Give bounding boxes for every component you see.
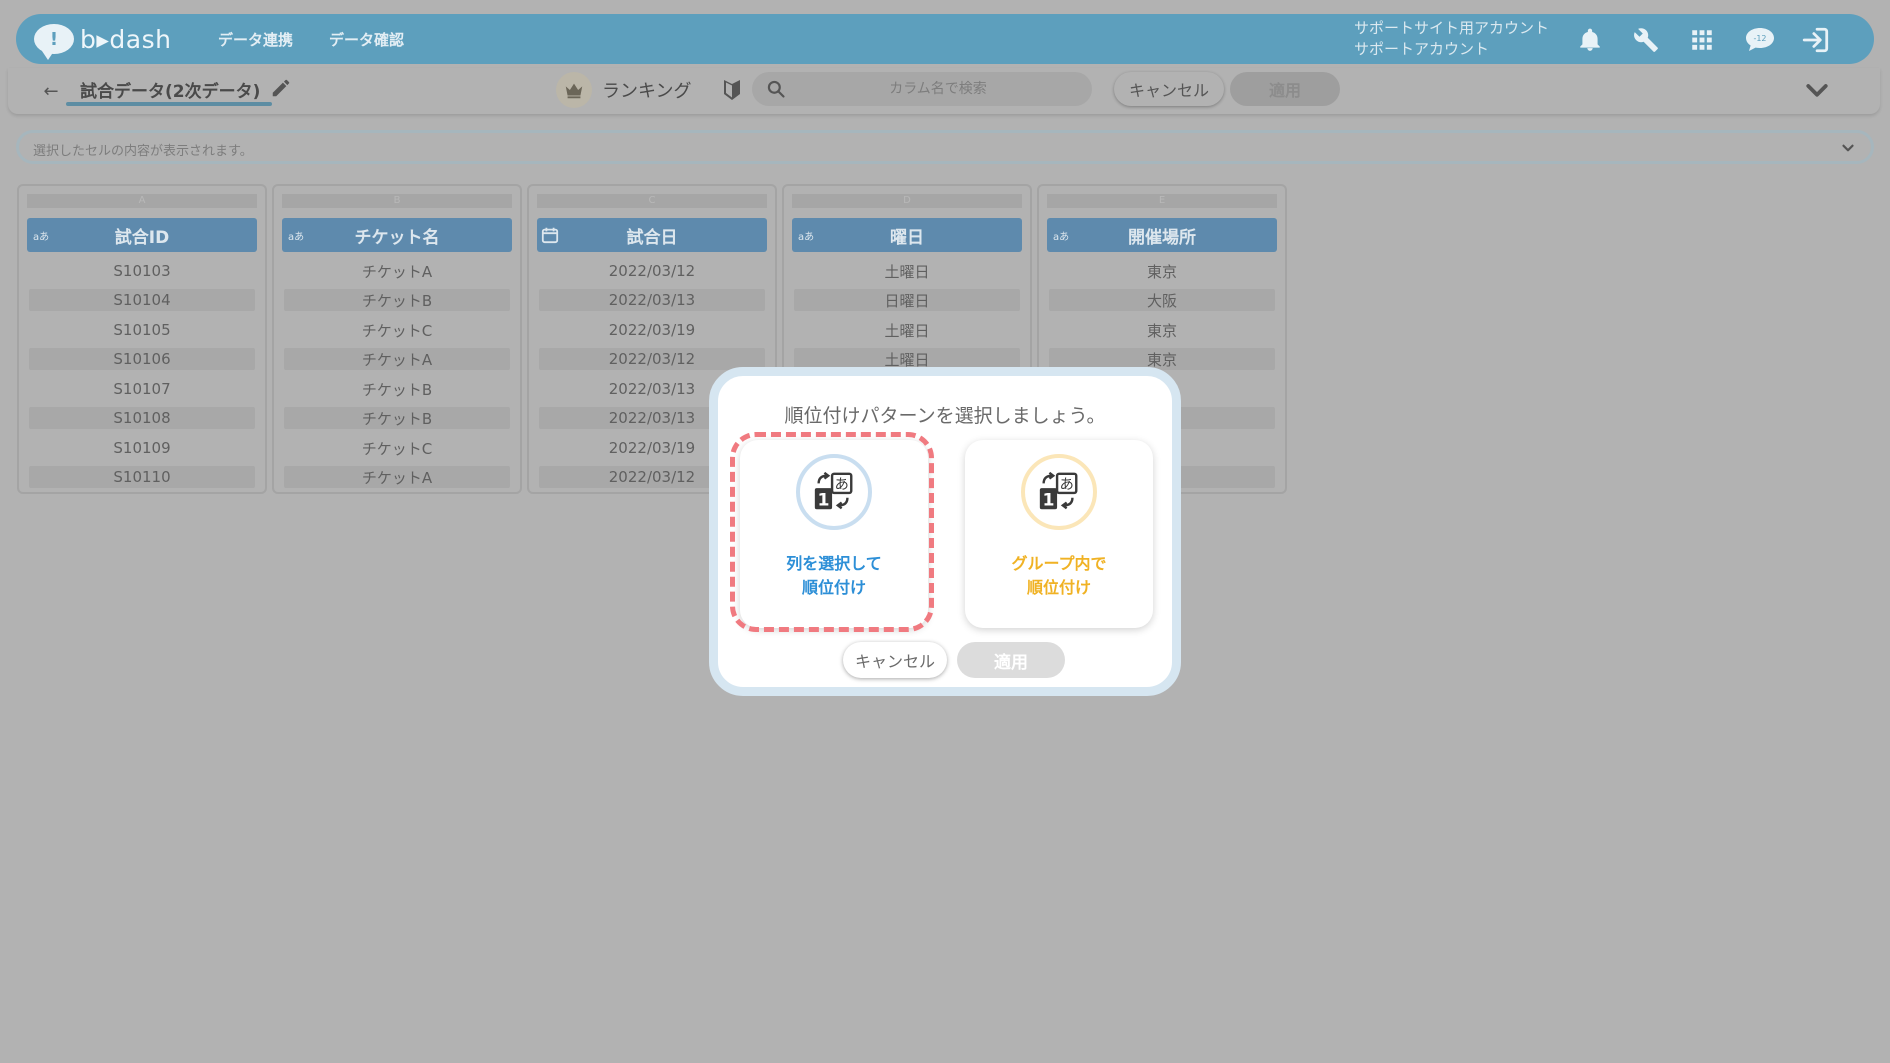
column-letter[interactable]: A	[27, 194, 257, 208]
table-cell[interactable]: チケットC	[284, 319, 510, 341]
table-cell[interactable]: S10103	[29, 260, 255, 282]
table-cell[interactable]: S10107	[29, 378, 255, 400]
column-letter[interactable]: D	[792, 194, 1022, 208]
expand-chevron-icon[interactable]	[1839, 139, 1857, 157]
top-header: ! b▸dash データ連携 データ確認 サポートサイト用アカウント サポートア…	[16, 14, 1874, 64]
table-cell[interactable]: 土曜日	[794, 319, 1020, 341]
table-cell[interactable]: チケットC	[284, 437, 510, 459]
nav-data-check[interactable]: データ確認	[329, 29, 404, 50]
column-name: 試合ID	[114, 227, 170, 248]
bell-icon[interactable]	[1576, 26, 1604, 54]
table-cell[interactable]: チケットA	[284, 348, 510, 370]
text-type-icon: aあ	[288, 232, 305, 243]
cell-content-placeholder: 選択したセルの内容が表示されます。	[33, 144, 253, 159]
column-letter[interactable]: C	[537, 194, 767, 208]
logo-text: b▸dash	[80, 24, 172, 54]
svg-text:あ: あ	[1059, 476, 1073, 493]
table-cell[interactable]: 土曜日	[794, 260, 1020, 282]
table-cell[interactable]: 2022/03/12	[539, 260, 765, 282]
chevron-down-icon[interactable]	[1802, 76, 1832, 106]
table-column: Baあ チケット名チケットA チケットB チケットC チケットA チケットB チケットB チケ…	[272, 184, 522, 494]
table-cell[interactable]: S10104	[29, 289, 255, 311]
column-letter[interactable]: E	[1047, 194, 1277, 208]
toolbar-apply-button[interactable]: 適用	[1230, 72, 1340, 106]
column-name: 試合日	[626, 227, 678, 248]
table-cell[interactable]: 日曜日	[794, 289, 1020, 311]
column-header[interactable]: 試合日	[537, 218, 767, 252]
text-type-icon: aあ	[33, 232, 50, 243]
table-cell[interactable]: S10109	[29, 437, 255, 459]
column-header[interactable]: aあ 曜日	[792, 218, 1022, 252]
cell-content-bar[interactable]: 選択したセルの内容が表示されます。	[16, 130, 1874, 164]
table-cell[interactable]: 東京	[1049, 319, 1275, 341]
table-cell[interactable]: チケットA	[284, 466, 510, 488]
table-cell[interactable]: 大阪	[1049, 289, 1275, 311]
title-underline	[66, 102, 272, 106]
nav-data-integration[interactable]: データ連携	[218, 29, 293, 50]
table-cell[interactable]: チケットA	[284, 260, 510, 282]
table-cell[interactable]: 2022/03/12	[539, 348, 765, 370]
ranking-label: ランキング	[602, 81, 692, 102]
pencil-edit-icon[interactable]	[270, 77, 294, 101]
ranking-pattern-dialog: 順位付けパターンを選択しましょう。 1 あ 列を選択して 順位付け 1 あ グル…	[709, 367, 1181, 696]
table-cell[interactable]: チケットB	[284, 407, 510, 429]
chat-badge-text: -12	[1753, 34, 1766, 43]
table-cell[interactable]: 2022/03/19	[539, 319, 765, 341]
beginner-mark-icon[interactable]	[722, 78, 744, 102]
account-info[interactable]: サポートサイト用アカウント サポートアカウント	[1354, 18, 1549, 60]
table-cell[interactable]: S10108	[29, 407, 255, 429]
account-user-name: サポートアカウント	[1354, 40, 1490, 58]
data-title[interactable]: 試合データ(2次データ)	[80, 77, 260, 102]
table-cell[interactable]: チケットB	[284, 378, 510, 400]
column-header[interactable]: aあ 試合ID	[27, 218, 257, 252]
table-column: Aaあ 試合ID S10103 S10104 S10105 S10106 S10107 S10…	[17, 184, 267, 494]
selection-highlight	[730, 432, 934, 632]
apps-grid-icon[interactable]	[1688, 26, 1716, 54]
table-cell[interactable]: 2022/03/13	[539, 289, 765, 311]
column-name: 曜日	[890, 227, 924, 248]
dialog-apply-button[interactable]: 適用	[957, 642, 1065, 678]
table-cell[interactable]: S10106	[29, 348, 255, 370]
table-cell[interactable]: S10105	[29, 319, 255, 341]
column-letter[interactable]: B	[282, 194, 512, 208]
column-header[interactable]: aあ 開催場所	[1047, 218, 1277, 252]
table-cell[interactable]: チケットB	[284, 289, 510, 311]
text-type-icon: aあ	[1053, 232, 1070, 243]
dialog-title: 順位付けパターンを選択しましょう。	[784, 405, 1106, 427]
calendar-icon	[541, 226, 559, 244]
logout-icon[interactable]	[1800, 26, 1832, 54]
rank-sort-icon: 1 あ	[1021, 454, 1097, 530]
search-icon	[766, 79, 786, 99]
bdash-logo[interactable]: ! b▸dash	[34, 24, 184, 60]
column-search-box[interactable]	[752, 72, 1092, 106]
crown-icon	[556, 72, 592, 108]
toolbar-cancel-button[interactable]: キャンセル	[1114, 72, 1224, 106]
column-name: 開催場所	[1128, 227, 1196, 248]
text-type-icon: aあ	[798, 232, 815, 243]
logo-bubble-icon: !	[34, 24, 74, 60]
rank-within-group-label: グループ内で 順位付け	[1011, 554, 1107, 597]
back-arrow-icon[interactable]: ←	[38, 78, 64, 104]
column-header[interactable]: aあ チケット名	[282, 218, 512, 252]
svg-text:1: 1	[1042, 490, 1054, 510]
chat-icon[interactable]: -12	[1744, 26, 1776, 54]
account-site-name: サポートサイト用アカウント	[1354, 19, 1550, 37]
wrench-icon[interactable]	[1632, 26, 1660, 54]
table-cell[interactable]: S10110	[29, 466, 255, 488]
column-name: チケット名	[354, 227, 440, 248]
table-cell[interactable]: 東京	[1049, 260, 1275, 282]
dialog-cancel-button[interactable]: キャンセル	[843, 642, 947, 678]
data-toolbar: ← 試合データ(2次データ) ランキング キャンセル 適用	[8, 68, 1880, 114]
column-search-input[interactable]	[796, 77, 1080, 101]
rank-within-group-option[interactable]: 1 あ グループ内で 順位付け	[965, 440, 1153, 628]
